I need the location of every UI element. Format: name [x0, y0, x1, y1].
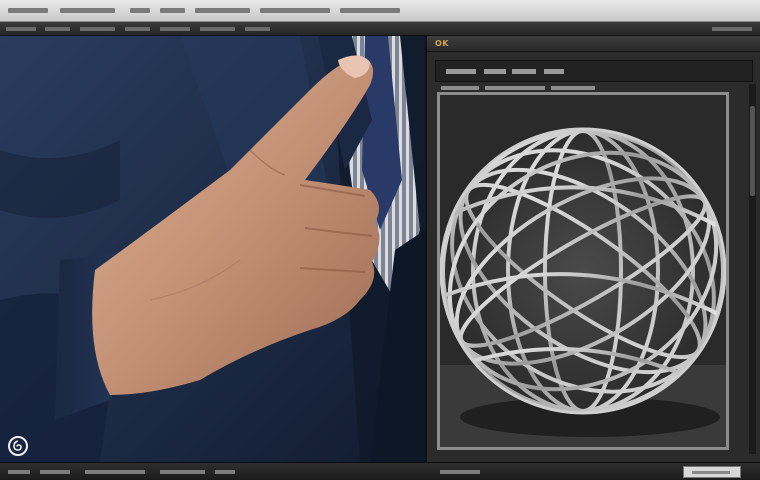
panel-title: OK — [435, 39, 449, 48]
app-title-bar — [0, 0, 760, 22]
wire-sphere-render — [440, 95, 726, 447]
status-field[interactable] — [683, 466, 741, 478]
render-caption — [439, 84, 727, 92]
render-panel: OK — [425, 36, 760, 462]
render-viewport — [437, 92, 729, 450]
panel-toolbar — [435, 60, 753, 82]
spiral-logo-icon — [8, 436, 28, 456]
app-menu-bar — [0, 22, 760, 36]
photo-scene: OK — [0, 0, 760, 480]
status-bar — [0, 462, 760, 480]
panel-scroll-thumb[interactable] — [750, 106, 755, 196]
panel-title-strip: OK — [427, 36, 760, 52]
